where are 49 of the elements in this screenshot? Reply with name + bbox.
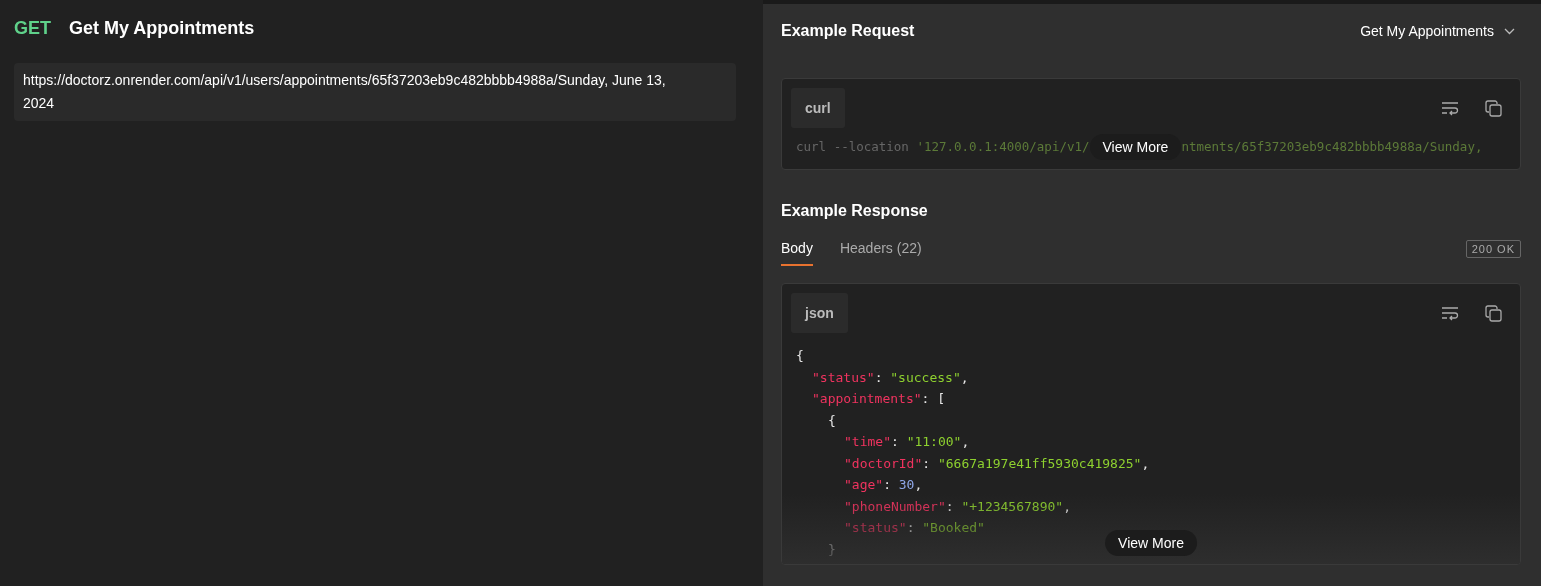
view-more-button[interactable]: View More [1089,133,1182,160]
code-text: { [796,348,804,363]
code-text: "Booked" [922,520,985,535]
code-text: "6667a197e41ff5930c419825" [937,455,1142,471]
wrap-icon[interactable] [1441,99,1459,116]
code-text: "+1234567890" [961,498,1064,514]
code-text: "age" [844,477,884,492]
language-label: curl [791,88,845,128]
copy-icon[interactable] [1485,304,1502,322]
code-text: : [945,498,955,514]
code-text: "appointments" [812,391,922,406]
view-more-button[interactable]: View More [1105,530,1197,556]
language-label: json [791,293,848,333]
code-text: "status" [812,369,875,385]
code-text: , [914,477,923,492]
section-title: Example Request [781,22,915,40]
example-dropdown[interactable]: Get My Appointments [1354,23,1521,39]
code-text: "status" [844,520,907,535]
copy-icon[interactable] [1485,99,1502,117]
code-text: ntments/65f37203eb9c482bbbb4988a/Sunday, [1181,138,1483,156]
chevron-icon [1504,27,1515,35]
response-tab[interactable]: Body [781,240,813,266]
code-text: "doctorId" [844,455,923,471]
code-text: , [960,369,969,385]
code-text: : [890,434,900,449]
code-text: 30 [898,477,915,492]
request-title: Get My Appointments [69,18,255,39]
code-text: } [828,541,836,557]
code-text: curl --location [796,138,910,156]
code-text: { [828,412,836,428]
code-text: : [906,520,916,535]
code-text: : [922,455,932,471]
section-title: Example Response [781,202,928,220]
code-text: "success" [890,369,961,385]
code-text: "phoneNumber" [844,498,946,514]
code-text: , [1063,498,1071,514]
method-label: GET [14,18,51,39]
code-text: : [874,369,884,385]
status-badge: 200 OK [1465,240,1521,258]
code-text: '127.0.0.1:4000/api/v1/ [916,138,1090,156]
wrap-icon[interactable] [1441,304,1459,321]
code-text: : [ [921,391,946,406]
code-text: , [1141,455,1150,471]
code-text: "time" [844,434,891,449]
code-text: "11:00" [906,434,962,449]
code-text: : [883,477,892,492]
url-field[interactable]: https://doctorz.onrender.com/api/v1/users/appointments/65f37203eb9c482bbbb4988a/Sunday, June 13, 2024 [14,63,736,121]
code-text: , [961,434,970,449]
response-tab[interactable]: Headers (22) [839,240,922,266]
